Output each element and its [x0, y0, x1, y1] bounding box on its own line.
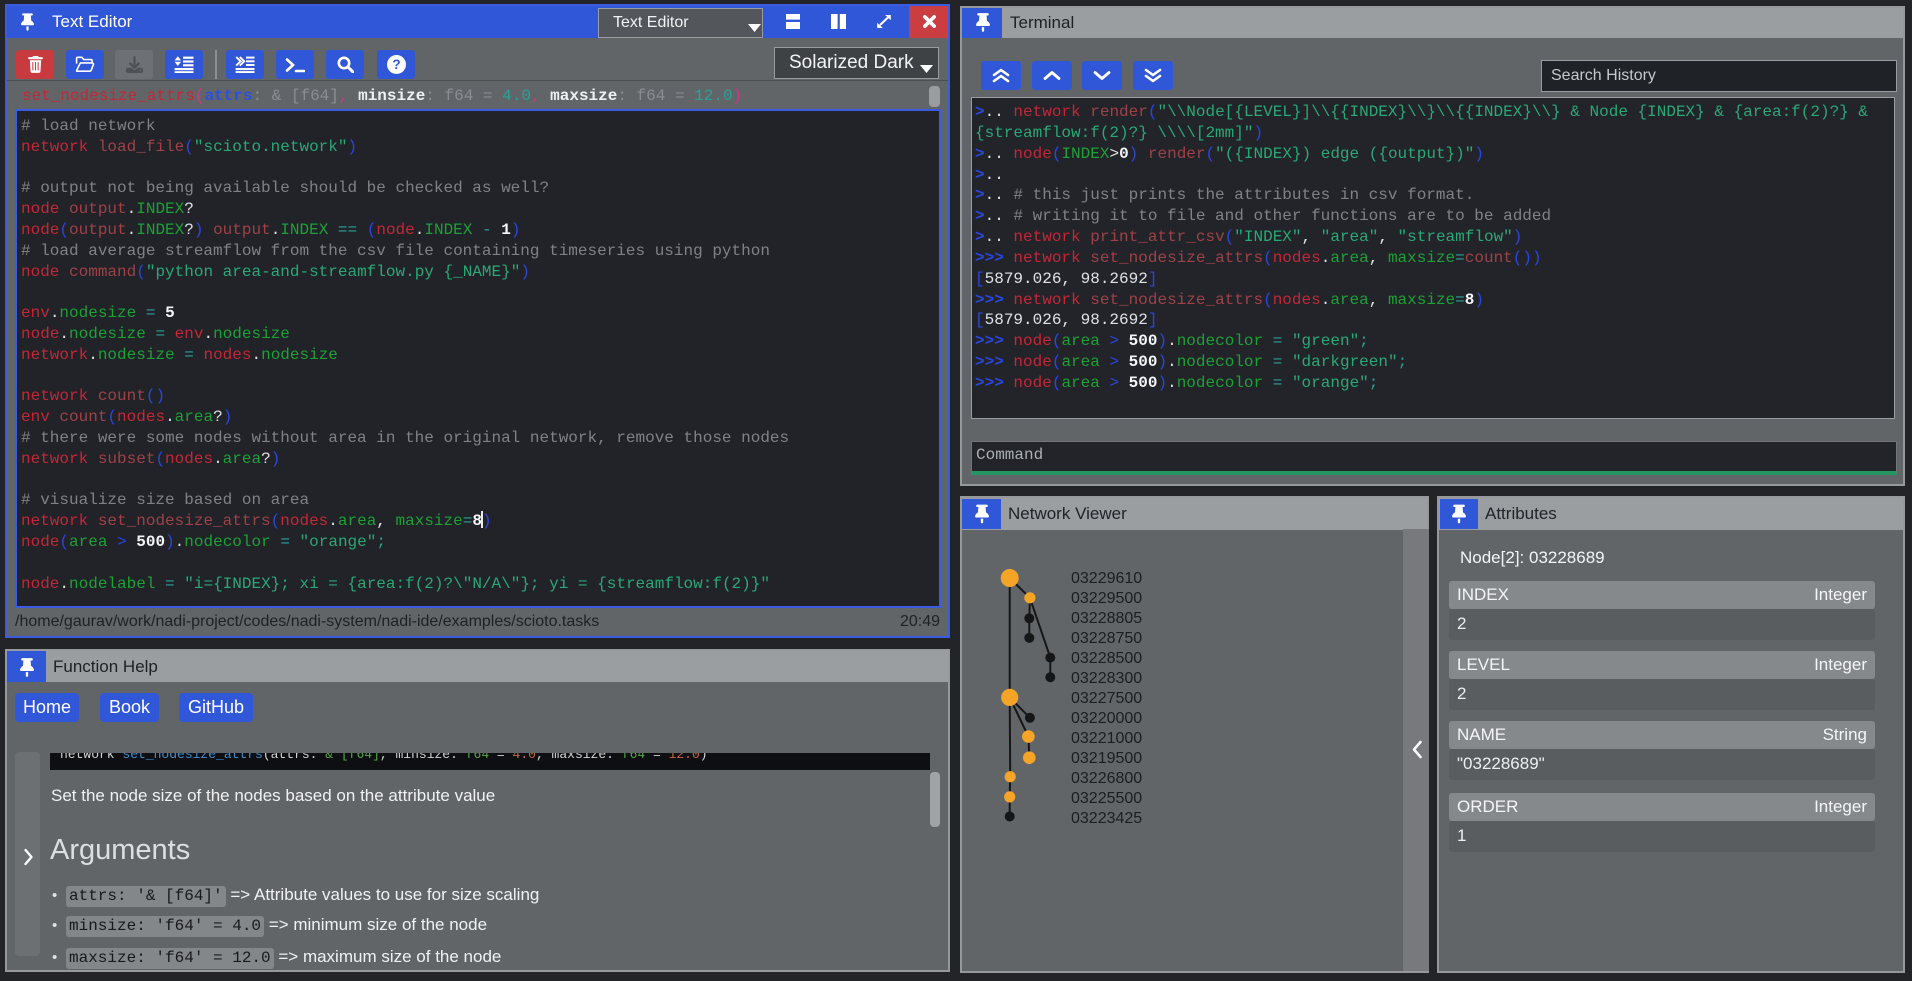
- svg-text:03229500: 03229500: [1071, 590, 1142, 607]
- svg-text:03228500: 03228500: [1071, 650, 1142, 667]
- svg-text:03228805: 03228805: [1071, 610, 1142, 627]
- svg-text:03220000: 03220000: [1071, 710, 1142, 727]
- svg-text:03228750: 03228750: [1071, 630, 1142, 647]
- svg-text:?: ?: [392, 57, 400, 72]
- svg-text:03223425: 03223425: [1071, 810, 1142, 827]
- svg-text:03226800: 03226800: [1071, 770, 1142, 787]
- svg-text:03219500: 03219500: [1071, 750, 1142, 767]
- svg-text:03228300: 03228300: [1071, 670, 1142, 687]
- svg-text:03229610: 03229610: [1071, 570, 1142, 587]
- svg-text:03225500: 03225500: [1071, 790, 1142, 807]
- svg-text:03227500: 03227500: [1071, 690, 1142, 707]
- svg-text:03221000: 03221000: [1071, 730, 1142, 747]
